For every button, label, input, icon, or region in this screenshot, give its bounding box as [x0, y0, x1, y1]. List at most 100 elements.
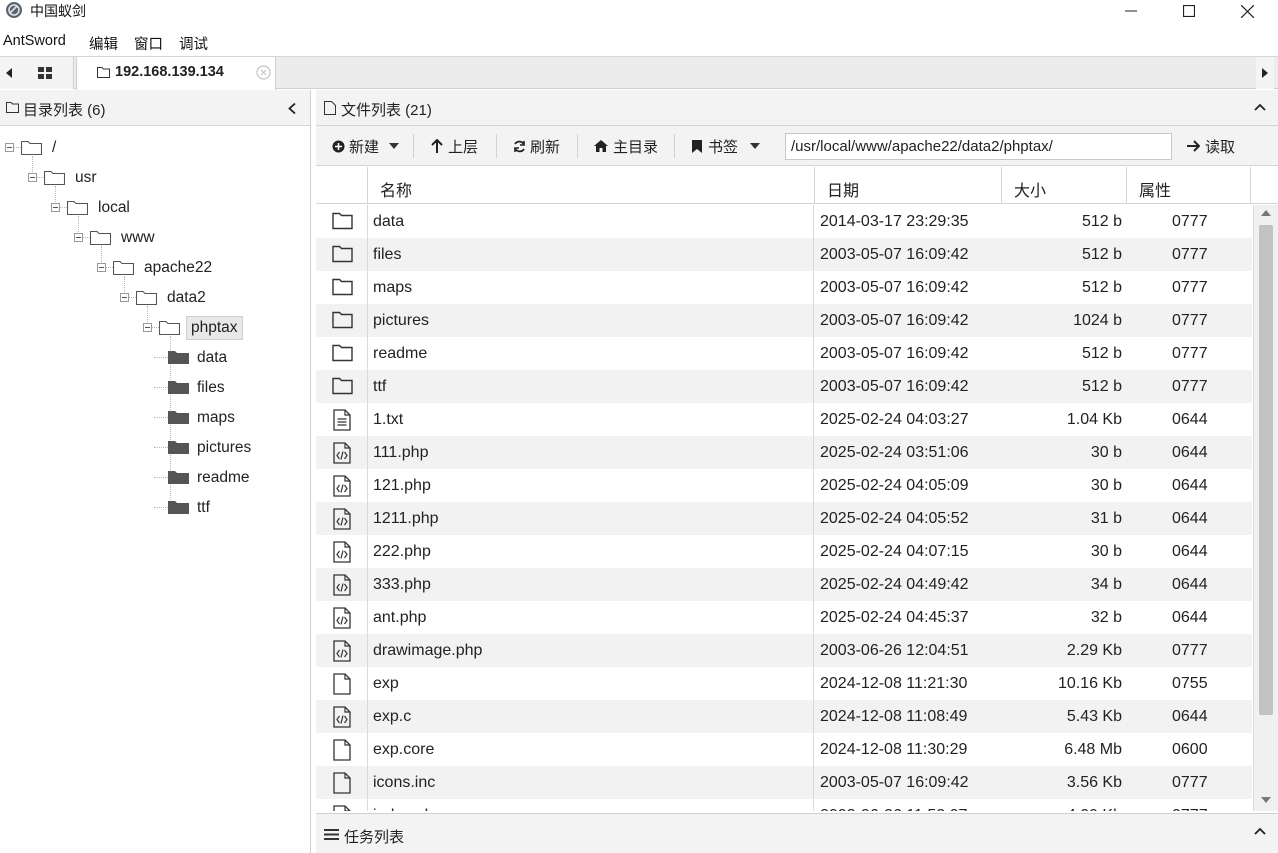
file-row[interactable]: data 2014-03-17 23:29:35 512 b 0777	[316, 205, 1252, 238]
menu-antsword[interactable]: AntSword	[3, 33, 66, 49]
menu-debug[interactable]: 调试	[179, 33, 208, 54]
file-row[interactable]: 333.php 2025-02-24 04:49:42 34 b 0644	[316, 568, 1252, 601]
tree-node-label[interactable]: files	[197, 379, 225, 397]
tab-close-icon[interactable]	[256, 65, 271, 80]
file-row[interactable]: exp.core 2024-12-08 11:30:29 6.48 Mb 0600	[316, 733, 1252, 766]
file-name: drawimage.php	[373, 642, 483, 659]
folder-icon	[332, 245, 353, 263]
tree-node[interactable]: readme	[0, 466, 310, 490]
tree-node-label[interactable]: maps	[197, 409, 235, 427]
tree-node-label[interactable]: data2	[167, 289, 206, 307]
tree-node-label[interactable]: www	[121, 229, 155, 247]
file-attr: 0777	[1172, 774, 1208, 791]
blank-file-icon	[333, 673, 351, 695]
tree-node[interactable]: data	[0, 346, 310, 370]
read-path-button[interactable]: 读取	[1187, 126, 1235, 166]
tree-node[interactable]: pictures	[0, 436, 310, 460]
tree-node-label[interactable]: usr	[75, 169, 97, 187]
home-dir-label: 主目录	[613, 138, 659, 156]
file-size: 4.09 Kb	[1067, 807, 1122, 811]
file-row[interactable]: drawimage.php 2003-06-26 12:04:51 2.29 Kb 0…	[316, 634, 1252, 667]
file-name: files	[373, 246, 402, 263]
tree-node-label[interactable]: /	[52, 139, 56, 157]
tree-node-label[interactable]: phptax	[186, 316, 243, 340]
refresh-label: 刷新	[530, 138, 561, 156]
tree-node[interactable]: ttf	[0, 496, 310, 520]
tree-node[interactable]: phptax	[0, 316, 310, 506]
file-grid-scrollbar[interactable]	[1253, 205, 1278, 811]
tree-node-label[interactable]: apache22	[144, 259, 212, 277]
file-row[interactable]: pictures 2003-05-07 16:09:42 1024 b 0777	[316, 304, 1252, 337]
file-row[interactable]: 111.php 2025-02-24 03:51:06 30 b 0644	[316, 436, 1252, 469]
scroll-down-arrow-icon[interactable]	[1261, 797, 1271, 803]
file-row[interactable]: maps 2003-05-07 16:09:42 512 b 0777	[316, 271, 1252, 304]
file-row[interactable]: ttf 2003-05-07 16:09:42 512 b 0777	[316, 370, 1252, 403]
tab-shell-session[interactable]: 192.168.139.134	[76, 57, 276, 90]
collapse-toggle-icon[interactable]	[143, 323, 152, 332]
collapse-toggle-icon[interactable]	[120, 293, 129, 302]
collapse-toggle-icon[interactable]	[5, 143, 14, 152]
file-row[interactable]: icons.inc 2003-05-07 16:09:42 3.56 Kb 0777	[316, 766, 1252, 799]
bookmark-button[interactable]: 书签	[692, 126, 761, 166]
tree-node-label[interactable]: local	[98, 199, 130, 217]
new-button[interactable]: 新建	[332, 126, 400, 166]
file-row[interactable]: exp 2024-12-08 11:21:30 10.16 Kb 0755	[316, 667, 1252, 700]
arrow-up-icon	[431, 139, 443, 153]
file-attr: 0644	[1172, 576, 1208, 593]
tree-node[interactable]: /	[0, 136, 310, 174]
collapse-toggle-icon[interactable]	[28, 173, 37, 182]
home-dir-button[interactable]: 主目录	[594, 126, 658, 166]
path-input[interactable]	[785, 133, 1172, 160]
expand-up-icon[interactable]	[1254, 827, 1266, 835]
file-name: index.php	[373, 807, 442, 811]
file-row[interactable]: exp.c 2024-12-08 11:08:49 5.43 Kb 0644	[316, 700, 1252, 733]
file-row[interactable]: files 2003-05-07 16:09:42 512 b 0777	[316, 238, 1252, 271]
collapse-toggle-icon[interactable]	[97, 263, 106, 272]
file-row[interactable]: 1.txt 2025-02-24 04:03:27 1.04 Kb 0644	[316, 403, 1252, 436]
collapse-up-icon[interactable]	[1254, 103, 1266, 111]
close-window-button[interactable]	[1218, 0, 1276, 22]
collapse-left-icon[interactable]	[288, 103, 296, 114]
menu-window[interactable]: 窗口	[134, 33, 163, 54]
file-row[interactable]: 121.php 2025-02-24 04:05:09 30 b 0644	[316, 469, 1252, 502]
column-header-size[interactable]: 大小	[1001, 167, 1126, 204]
scroll-up-arrow-icon[interactable]	[1261, 210, 1271, 216]
collapse-toggle-icon[interactable]	[51, 203, 60, 212]
tree-node[interactable]: usr	[0, 166, 310, 204]
tree-node-label[interactable]: ttf	[197, 499, 210, 517]
refresh-button[interactable]: 刷新	[513, 126, 560, 166]
tree-node[interactable]: files	[0, 376, 310, 400]
file-row[interactable]: 1211.php 2025-02-24 04:05:52 31 b 0644	[316, 502, 1252, 535]
scrollbar-thumb[interactable]	[1259, 225, 1273, 715]
tab-home[interactable]	[16, 57, 74, 89]
file-row[interactable]: 222.php 2025-02-24 04:07:15 30 b 0644	[316, 535, 1252, 568]
file-grid-body: data 2014-03-17 23:29:35 512 b 0777 files 200…	[316, 205, 1252, 811]
tree-node[interactable]: www	[0, 226, 310, 264]
tree-node[interactable]: data2	[0, 286, 310, 324]
tab-scroll-right-button[interactable]	[1256, 57, 1274, 89]
maximize-button[interactable]	[1160, 0, 1218, 22]
up-level-button[interactable]: 上层	[431, 126, 478, 166]
file-row[interactable]: index.php 2003-06-26 11:52:07 4.09 Kb 0777	[316, 799, 1252, 811]
folder-open-icon	[159, 320, 180, 335]
file-row[interactable]: readme 2003-05-07 16:09:42 512 b 0777	[316, 337, 1252, 370]
folder-open-icon	[21, 140, 42, 155]
file-size: 34 b	[1090, 576, 1122, 593]
tree-node-label[interactable]: pictures	[197, 439, 251, 457]
folder-outline-icon	[97, 67, 110, 78]
tree-node[interactable]: local	[0, 196, 310, 234]
tree-node-label[interactable]: data	[197, 349, 227, 367]
tree-node[interactable]: apache22	[0, 256, 310, 294]
column-header-attr[interactable]: 属性	[1126, 167, 1251, 204]
caret-down-icon	[389, 143, 400, 149]
column-header-date[interactable]: 日期	[814, 167, 1001, 204]
file-attr: 0644	[1172, 708, 1208, 725]
file-row[interactable]: ant.php 2025-02-24 04:45:37 32 b 0644	[316, 601, 1252, 634]
folder-closed-icon	[168, 351, 189, 364]
minimize-button[interactable]	[1102, 0, 1160, 22]
collapse-toggle-icon[interactable]	[74, 233, 83, 242]
menu-edit[interactable]: 编辑	[89, 33, 118, 54]
tree-node-label[interactable]: readme	[197, 469, 250, 487]
column-header-name[interactable]: 名称	[367, 167, 814, 204]
tree-node[interactable]: maps	[0, 406, 310, 430]
